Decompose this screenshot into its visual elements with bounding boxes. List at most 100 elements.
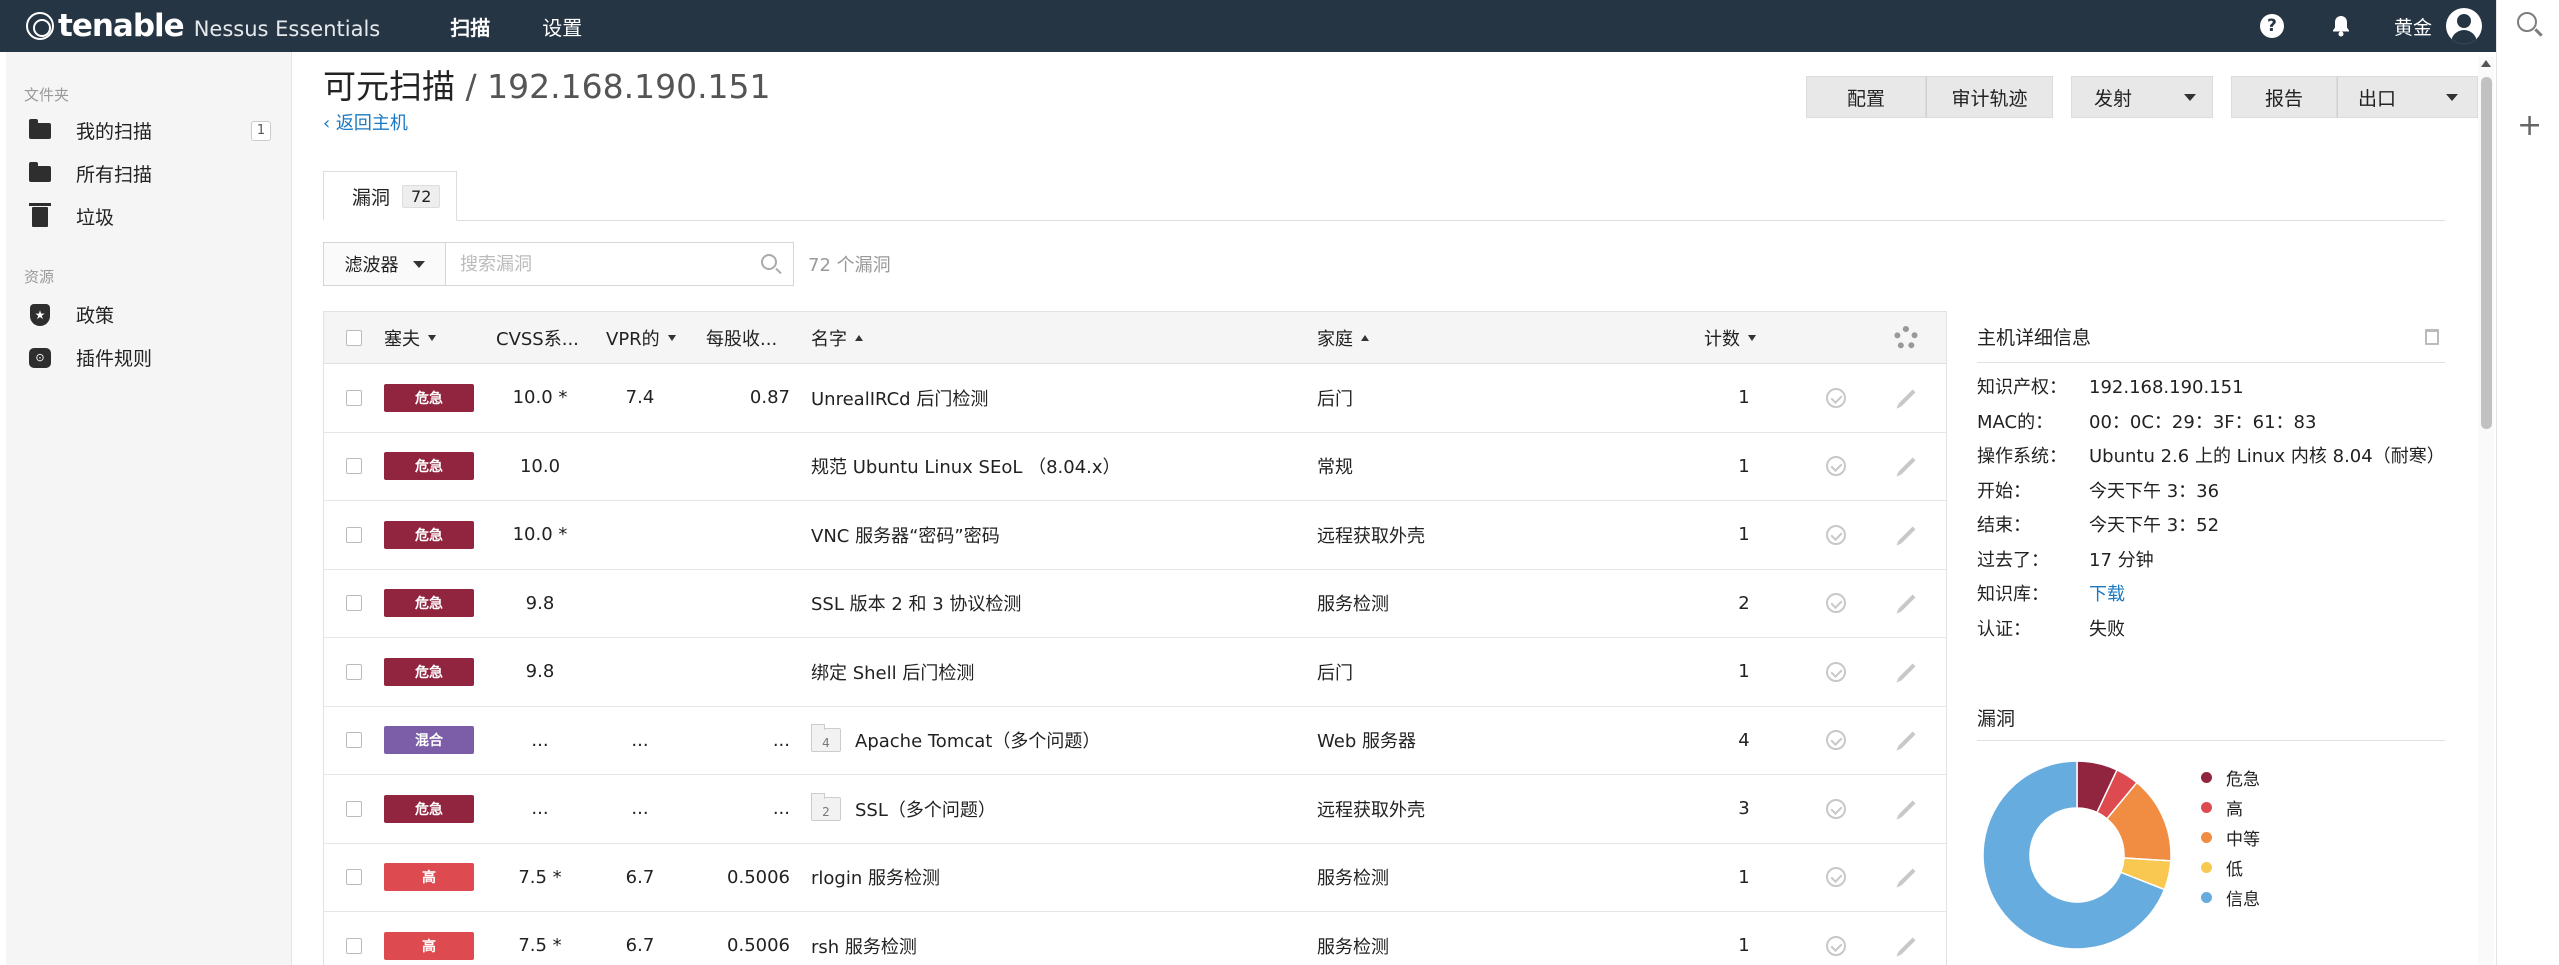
epss-cell [706, 638, 790, 706]
sidebar-item-trash[interactable]: 垃圾 [6, 195, 291, 238]
chevron-down-icon [2446, 93, 2459, 101]
sidebar-item-plugin-rules[interactable]: ⊙ 插件规则 [6, 336, 291, 379]
column-family[interactable]: 家庭 [1317, 312, 1369, 364]
nav-settings[interactable]: 设置 [516, 0, 608, 52]
row-checkbox[interactable] [346, 501, 362, 569]
tenable-logo[interactable]: tenable Nessus Essentials [26, 8, 380, 44]
column-epss[interactable]: 每股收... [706, 312, 777, 364]
name-cell[interactable]: SSL 版本 2 和 3 协议检测 [811, 570, 1021, 638]
snooze-check-icon[interactable] [1826, 364, 1846, 432]
snooze-check-icon[interactable] [1826, 707, 1846, 775]
row-checkbox[interactable] [346, 707, 362, 775]
count-cell: 1 [1738, 935, 1750, 957]
pencil-icon[interactable] [1897, 433, 1917, 501]
sidebar-item-all-scans[interactable]: 所有扫描 [6, 152, 291, 195]
export-button[interactable]: 出口 [2337, 76, 2478, 118]
gear-icon[interactable] [1894, 312, 1918, 364]
row-checkbox[interactable] [346, 844, 362, 912]
name-cell[interactable]: 规范 Ubuntu Linux SEoL （8.04.x） [811, 433, 1121, 501]
sidebar-item-policies[interactable]: ★ 政策 [6, 293, 291, 336]
count-cell: 3 [1738, 798, 1750, 820]
name-cell[interactable]: 绑定 Shell 后门检测 [811, 638, 974, 706]
filter-label: 滤波器 [344, 255, 399, 276]
row-checkbox[interactable] [346, 775, 362, 843]
column-count[interactable]: 计数 [1704, 312, 1756, 364]
table-row[interactable]: 危急 10.0 * 7.4 0.87 UnrealIRCd 后门检测 后门 1 [324, 364, 1946, 433]
snooze-check-icon[interactable] [1826, 570, 1846, 638]
table-row[interactable]: 高 7.5 * 6.7 0.5006 rlogin 服务检测 服务检测 1 [324, 844, 1946, 912]
launch-button[interactable]: 发射 [2071, 76, 2213, 118]
pencil-icon[interactable] [1897, 844, 1917, 912]
search-icon[interactable] [2517, 12, 2537, 32]
legend-label: 危急 [2226, 770, 2260, 790]
tab-vulnerabilities[interactable]: 漏洞 72 [323, 171, 457, 221]
name-cell[interactable]: 2 SSL（多个问题） [811, 775, 996, 843]
pencil-icon[interactable] [1897, 912, 1917, 965]
help-icon[interactable]: ? [2259, 14, 2284, 38]
host-detail-row: 开始： 今天下午 3：36 [1977, 479, 2445, 505]
configure-button[interactable]: 配置 [1806, 76, 1926, 118]
name-cell[interactable]: 4 Apache Tomcat（多个问题） [811, 707, 1100, 775]
vulnerability-name: UnrealIRCd 后门检测 [811, 388, 989, 410]
user-name[interactable]: 黄金 [2394, 13, 2432, 40]
detail-label: MAC的： [1977, 411, 2054, 433]
table-row[interactable]: 混合......... 4 Apache Tomcat（多个问题） Web 服务器 4 [324, 707, 1946, 775]
column-cvss[interactable]: CVSS系... [496, 312, 579, 364]
pencil-icon[interactable] [1897, 775, 1917, 843]
vpr-cell [606, 638, 674, 706]
plus-icon[interactable]: + [2517, 108, 2542, 143]
report-button[interactable]: 报告 [2231, 76, 2337, 118]
row-checkbox[interactable] [346, 638, 362, 706]
cvss-cell: 7.5 * [518, 935, 562, 957]
table-row[interactable]: 危急 10.0 规范 Ubuntu Linux SEoL （8.04.x） 常规 1 [324, 433, 1946, 501]
column-severity[interactable]: 塞夫 [384, 312, 436, 364]
table-row[interactable]: 危急 9.8 绑定 Shell 后门检测 后门 1 [324, 638, 1946, 707]
table-row[interactable]: 高 7.5 * 6.7 0.5006 rsh 服务检测 服务检测 1 [324, 912, 1946, 965]
row-checkbox[interactable] [346, 433, 362, 501]
result-count: 72 个漏洞 [808, 255, 891, 276]
table-row[interactable]: 危急 9.8 SSL 版本 2 和 3 协议检测 服务检测 2 [324, 570, 1946, 638]
bell-icon[interactable] [2328, 13, 2354, 39]
kb-download-link[interactable]: 下载 [2089, 582, 2445, 608]
pencil-icon[interactable] [1897, 570, 1917, 638]
scroll-up-arrow[interactable] [2481, 60, 2491, 67]
audit-trail-button[interactable]: 审计轨迹 [1926, 76, 2053, 118]
snooze-check-icon[interactable] [1826, 775, 1846, 843]
snooze-check-icon[interactable] [1826, 844, 1846, 912]
legend-label: 高 [2226, 800, 2243, 820]
table-row[interactable]: 危急 10.0 * VNC 服务器“密码”密码 远程获取外壳 1 [324, 501, 1946, 570]
name-cell[interactable]: VNC 服务器“密码”密码 [811, 501, 1000, 569]
row-checkbox[interactable] [346, 570, 362, 638]
column-name[interactable]: 名字 [811, 312, 863, 364]
pencil-icon[interactable] [1897, 364, 1917, 432]
snooze-check-icon[interactable] [1826, 433, 1846, 501]
snooze-check-icon[interactable] [1826, 638, 1846, 706]
name-cell[interactable]: rsh 服务检测 [811, 912, 917, 965]
row-checkbox[interactable] [346, 364, 362, 432]
row-checkbox[interactable] [346, 912, 362, 965]
back-to-hosts-link[interactable]: ‹ 返回主机 [323, 109, 408, 135]
pencil-icon[interactable] [1897, 707, 1917, 775]
snooze-check-icon[interactable] [1826, 501, 1846, 569]
search-input[interactable] [446, 243, 746, 285]
nav-scans[interactable]: 扫描 [424, 0, 516, 52]
select-all-checkbox[interactable] [346, 312, 362, 364]
table-row[interactable]: 危急......... 2 SSL（多个问题） 远程获取外壳 3 [324, 775, 1946, 844]
user-avatar-icon[interactable] [2446, 8, 2482, 44]
pencil-icon[interactable] [1897, 638, 1917, 706]
name-cell[interactable]: UnrealIRCd 后门检测 [811, 364, 988, 432]
sidebar-item-my-scans[interactable]: 我的扫描 1 [6, 109, 291, 152]
legend-item: 危急 [2201, 763, 2260, 793]
search-icon[interactable] [761, 254, 777, 270]
count-cell: 1 [1738, 661, 1750, 683]
vulnerabilities-table: 塞夫 CVSS系... VPR的 每股收... 名字 家庭 计数 危急 10.0 … [323, 311, 1947, 965]
trash-icon[interactable] [2425, 329, 2439, 345]
pencil-icon[interactable] [1897, 501, 1917, 569]
page-scrollbar[interactable] [2478, 57, 2494, 965]
snooze-check-icon[interactable] [1826, 912, 1846, 965]
filter-button[interactable]: 滤波器 [323, 242, 446, 286]
detail-label: 开始： [1977, 480, 2031, 502]
scrollbar-thumb[interactable] [2481, 77, 2492, 429]
name-cell[interactable]: rlogin 服务检测 [811, 844, 940, 912]
column-vpr[interactable]: VPR的 [606, 312, 676, 364]
